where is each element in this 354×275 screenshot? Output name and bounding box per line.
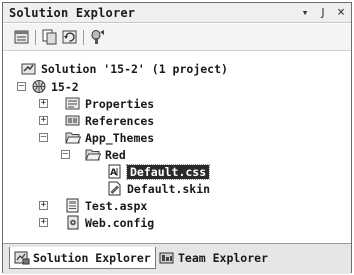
view-designer-icon[interactable] — [89, 29, 107, 45]
panel-tabs: Solution Explorer Team Explorer — [3, 244, 351, 274]
collapse-toggle-app-themes[interactable]: – — [39, 133, 48, 142]
config-file-icon — [67, 215, 79, 230]
dropdown-arrow-icon[interactable]: ▾ — [299, 6, 311, 19]
properties-label: Properties — [85, 96, 155, 111]
toolbar-separator — [35, 30, 36, 45]
solution-explorer-icon — [14, 251, 30, 264]
tree-item-default-skin[interactable]: Default.skin — [107, 180, 210, 197]
css-file-icon: A — [108, 164, 121, 179]
tree-item-web-config[interactable]: Web.config — [65, 214, 154, 231]
tab-solution-explorer[interactable]: Solution Explorer — [9, 247, 156, 269]
solution-tree: Solution '15-2' (1 project) – 15-2 + Pro… — [3, 52, 351, 242]
tree-item-default-css[interactable]: A Default.css — [107, 163, 211, 180]
solution-explorer-panel: Solution Explorer ▾ 𝖩 × Solution '15-2' … — [2, 2, 352, 274]
expand-toggle-properties[interactable]: + — [39, 99, 48, 108]
aspx-file-icon — [66, 198, 79, 213]
web-project-icon — [32, 80, 46, 93]
open-folder-icon — [65, 132, 81, 144]
pin-icon[interactable]: 𝖩 — [317, 6, 329, 19]
tab-solution-explorer-label: Solution Explorer — [33, 250, 151, 265]
tab-team-explorer[interactable]: Team Explorer — [155, 247, 272, 269]
references-icon — [65, 115, 80, 126]
show-all-files-icon[interactable] — [41, 29, 59, 45]
tree-item-test-aspx[interactable]: Test.aspx — [65, 197, 147, 214]
test-aspx-label: Test.aspx — [85, 198, 148, 213]
tree-item-properties[interactable]: Properties — [65, 95, 154, 112]
expand-toggle-web-config[interactable]: + — [39, 218, 48, 227]
panel-toolbar — [3, 24, 351, 51]
properties-folder-icon — [65, 97, 80, 110]
open-folder-icon — [85, 149, 101, 161]
tree-item-project[interactable]: 15-2 — [31, 78, 79, 95]
expand-toggle-test-aspx[interactable]: + — [39, 201, 48, 210]
close-icon[interactable]: × — [335, 6, 347, 19]
tree-item-references[interactable]: References — [65, 112, 154, 129]
panel-title: Solution Explorer — [9, 6, 136, 20]
web-config-label: Web.config — [85, 215, 155, 230]
collapse-toggle-red[interactable]: – — [61, 150, 70, 159]
solution-icon — [21, 63, 36, 75]
expand-toggle-references[interactable]: + — [39, 116, 48, 125]
tree-item-app-themes[interactable]: App_Themes — [65, 129, 154, 146]
references-label: References — [85, 113, 155, 128]
toolbar-separator — [83, 30, 84, 45]
skin-file-icon — [108, 181, 121, 196]
app-themes-label: App_Themes — [85, 130, 155, 145]
collapse-toggle-project[interactable]: – — [17, 82, 26, 91]
team-explorer-icon — [159, 252, 174, 264]
tab-team-explorer-label: Team Explorer — [178, 251, 269, 265]
tree-item-solution[interactable]: Solution '15-2' (1 project) — [21, 60, 228, 77]
properties-icon[interactable] — [13, 29, 31, 45]
svg-text:A: A — [110, 168, 117, 178]
solution-label: Solution '15-2' (1 project) — [41, 61, 228, 76]
project-label: 15-2 — [51, 79, 79, 94]
default-skin-label: Default.skin — [127, 181, 211, 196]
default-css-label: Default.css — [125, 163, 211, 180]
refresh-icon[interactable] — [61, 29, 79, 45]
tree-item-red[interactable]: Red — [85, 146, 126, 163]
red-label: Red — [105, 147, 126, 162]
panel-titlebar: Solution Explorer ▾ 𝖩 × — [3, 3, 351, 23]
